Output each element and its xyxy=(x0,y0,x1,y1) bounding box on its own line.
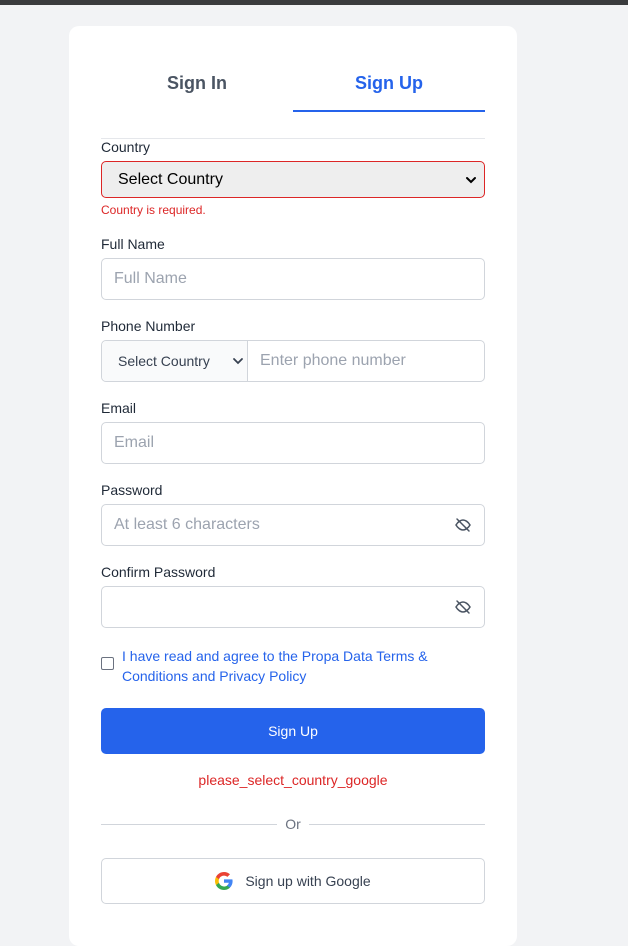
eye-off-icon[interactable] xyxy=(454,516,472,534)
country-select[interactable]: Select Country xyxy=(101,161,485,198)
google-sign-up-button[interactable]: Sign up with Google xyxy=(101,858,485,904)
email-placeholder: Email xyxy=(114,434,155,451)
chevron-down-icon xyxy=(233,358,243,365)
phone-placeholder: Enter phone number xyxy=(260,352,406,369)
phone-input[interactable]: Enter phone number xyxy=(248,341,484,381)
google-button-label: Sign up with Google xyxy=(245,873,371,889)
terms-row: I have read and agree to the Propa Data … xyxy=(101,646,442,686)
auth-tabs: Sign In Sign Up xyxy=(101,72,485,139)
phone-country-value: Select Country xyxy=(118,353,210,369)
full-name-label: Full Name xyxy=(101,236,165,252)
country-select-value: Select Country xyxy=(118,171,223,188)
password-label: Password xyxy=(101,482,163,498)
phone-country-select[interactable]: Select Country xyxy=(102,341,248,381)
email-label: Email xyxy=(101,400,137,416)
auth-card: Sign In Sign Up Country Select Country C… xyxy=(69,26,517,946)
password-placeholder: At least 6 characters xyxy=(114,516,260,533)
google-logo-icon xyxy=(215,872,233,890)
eye-off-icon[interactable] xyxy=(454,598,472,616)
chevron-down-icon xyxy=(466,176,476,183)
full-name-placeholder: Full Name xyxy=(114,270,187,287)
or-divider: Or xyxy=(101,814,485,834)
sign-up-button[interactable]: Sign Up xyxy=(101,708,485,754)
google-error: please_select_country_google xyxy=(198,772,388,788)
country-error: Country is required. xyxy=(101,203,206,217)
terms-checkbox[interactable] xyxy=(101,657,114,670)
full-name-input[interactable]: Full Name xyxy=(101,258,485,300)
email-input[interactable]: Email xyxy=(101,422,485,464)
confirm-password-input[interactable] xyxy=(101,586,485,628)
tab-sign-in[interactable]: Sign In xyxy=(101,72,293,138)
phone-label: Phone Number xyxy=(101,318,196,334)
tab-sign-up[interactable]: Sign Up xyxy=(293,72,485,138)
password-input[interactable]: At least 6 characters xyxy=(101,504,485,546)
terms-link[interactable]: I have read and agree to the Propa Data … xyxy=(122,646,442,686)
divider-label: Or xyxy=(285,816,301,832)
confirm-password-label: Confirm Password xyxy=(101,564,216,580)
country-label: Country xyxy=(101,139,151,155)
phone-field: Select Country Enter phone number xyxy=(101,340,485,382)
top-window-bar xyxy=(0,0,628,5)
